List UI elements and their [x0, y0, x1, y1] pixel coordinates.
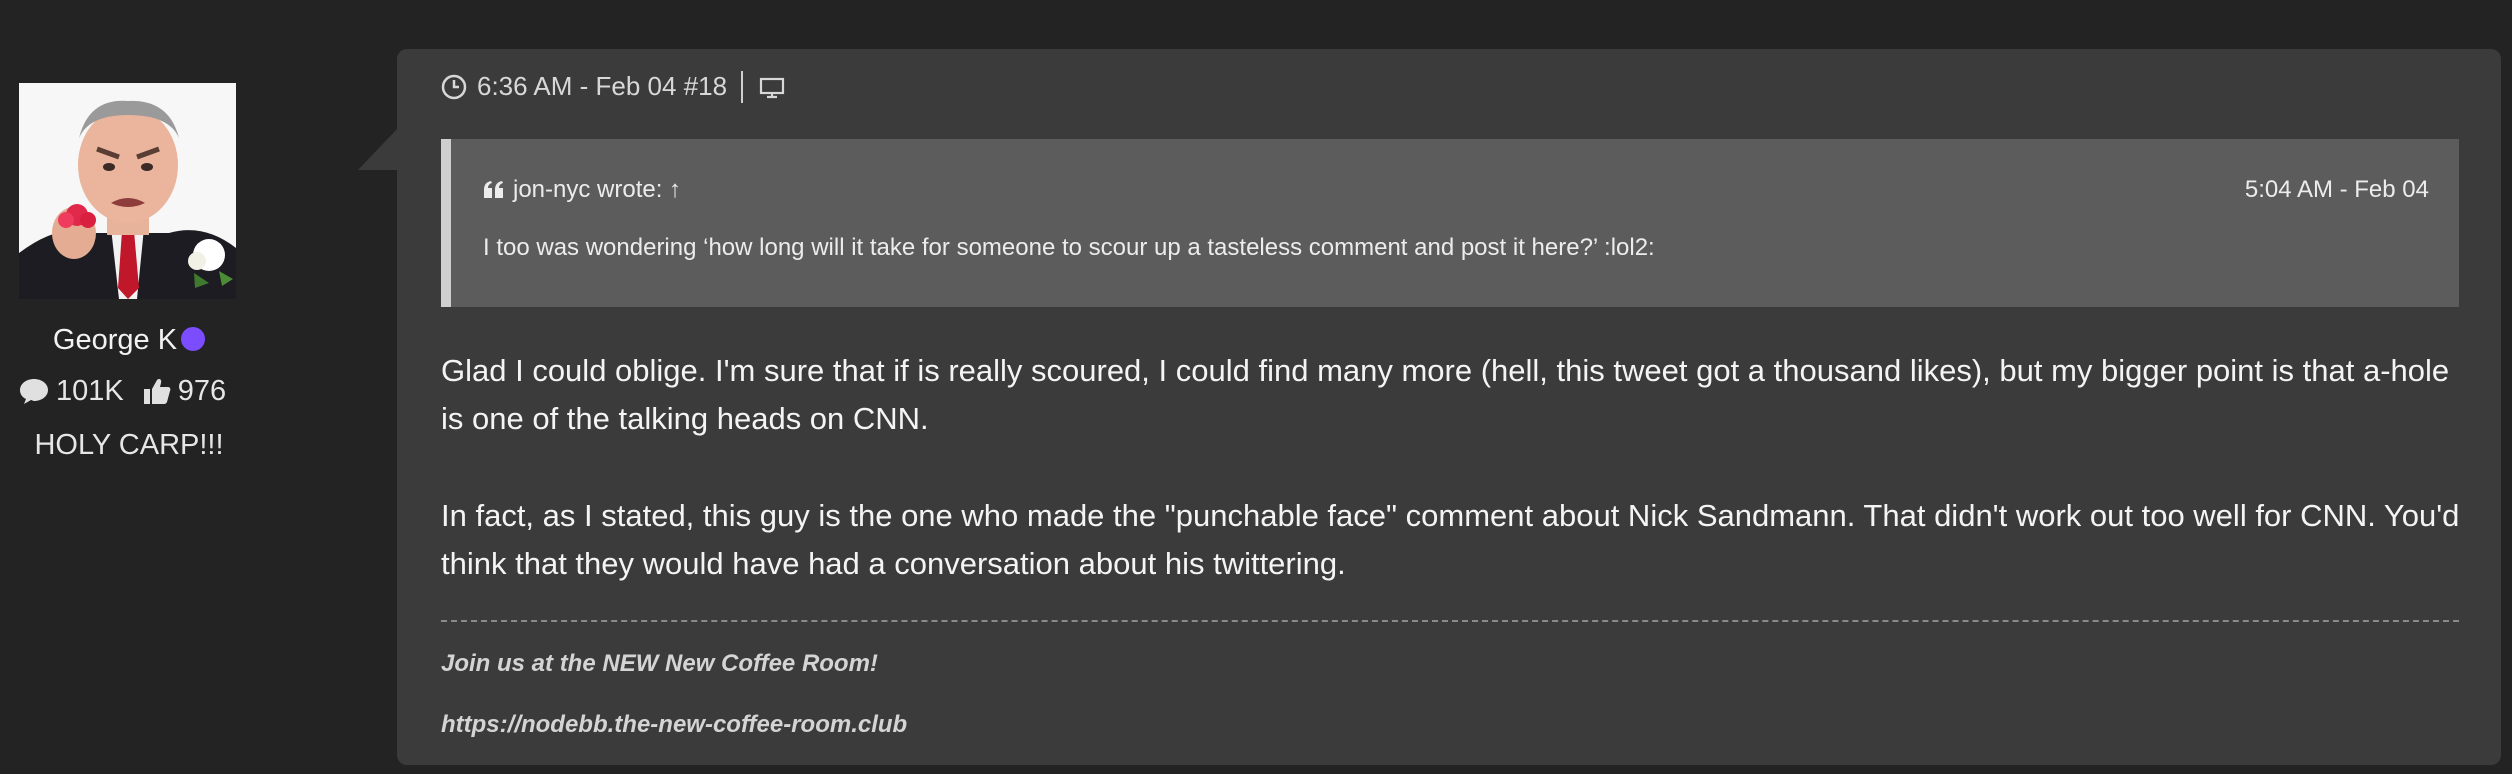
post-timestamp[interactable]: 6:36 AM - Feb 04	[477, 71, 676, 101]
post-meta: 6:36 AM - Feb 04 #18	[441, 68, 795, 104]
online-status-dot	[181, 327, 206, 351]
comment-icon	[18, 376, 50, 415]
quote-block: jon-nyc wrote: ↑ 5:04 AM - Feb 04 I too …	[441, 139, 2459, 307]
quote-header: jon-nyc wrote: ↑	[483, 175, 681, 208]
quote-author[interactable]: jon-nyc wrote: ↑	[513, 176, 681, 203]
post-paragraph: Glad I could oblige. I'm sure that if is…	[441, 353, 2450, 436]
post-body: Glad I could oblige. I'm sure that if is…	[441, 347, 2471, 637]
username-row: George K	[0, 322, 258, 358]
meta-divider	[741, 71, 744, 103]
reputation-count: 976	[177, 375, 227, 407]
signature-text: Join us at the NEW New Coffee Room!	[441, 650, 878, 677]
post-pointer	[358, 128, 398, 170]
quote-icon	[483, 178, 505, 208]
quote-timestamp[interactable]: 5:04 AM - Feb 04	[2245, 175, 2429, 205]
post-number[interactable]: #18	[684, 71, 727, 101]
quote-text: I too was wondering ‘how long will it ta…	[483, 234, 1655, 261]
post-paragraph: In fact, as I stated, this guy is the on…	[441, 498, 2460, 581]
user-stats: 101K 976	[18, 373, 226, 409]
desktop-icon	[759, 73, 785, 109]
thumbs-up-icon	[142, 376, 172, 415]
signature-link[interactable]: https://nodebb.the-new-coffee-room.club	[441, 710, 907, 740]
user-sidebar: George K 101K 976 HOLY CARP!!!	[0, 0, 258, 774]
user-title: HOLY CARP!!!	[34, 429, 224, 461]
post-card: 6:36 AM - Feb 04 #18 jon-nyc wrote: ↑ 5:…	[397, 49, 2501, 765]
clock-icon	[441, 73, 467, 109]
signature-divider	[441, 620, 2459, 622]
post-count: 101K	[56, 375, 124, 407]
avatar[interactable]	[19, 83, 236, 299]
username[interactable]: George K	[53, 324, 177, 356]
